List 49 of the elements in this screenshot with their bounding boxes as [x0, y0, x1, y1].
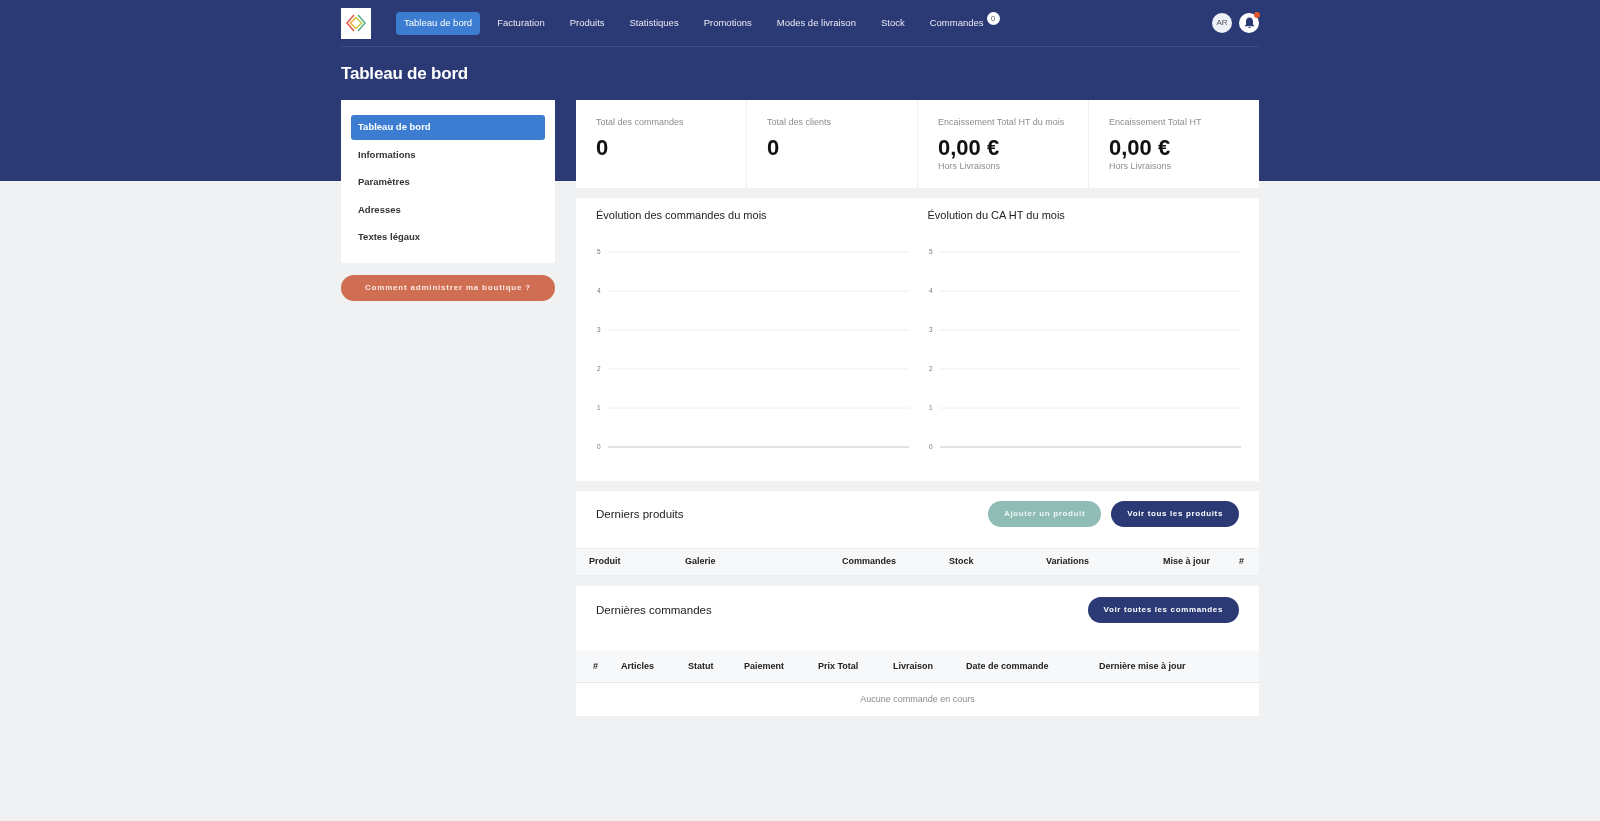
- nav-tab[interactable]: Tableau de bord: [396, 11, 481, 35]
- column-header: Statut: [688, 659, 715, 673]
- page-title: Tableau de bord: [341, 62, 469, 85]
- nav-tab[interactable]: Produits: [561, 11, 613, 35]
- column-header: Commandes: [842, 555, 897, 569]
- column-header: Dernière mise à jour: [1099, 659, 1186, 673]
- stat-note: Hors Livraisons: [938, 160, 1002, 172]
- column-header: Mise à jour: [1163, 555, 1211, 569]
- user-avatar[interactable]: AR: [1212, 13, 1232, 33]
- logo-icon[interactable]: [341, 7, 371, 39]
- sidebar-item[interactable]: Adresses: [351, 197, 545, 223]
- stat-value: 0,00 €: [1109, 136, 1172, 160]
- stat-value: 0,00 €: [938, 136, 1001, 160]
- stat-value: 0: [767, 136, 781, 160]
- action-button[interactable]: Voir tous les produits: [1111, 501, 1239, 527]
- notifications-button[interactable]: [1239, 13, 1259, 33]
- column-header: Livraison: [893, 659, 934, 673]
- column-header: Articles: [621, 659, 656, 673]
- stat-note: Hors Livraisons: [1109, 160, 1173, 172]
- column-header: Produit: [589, 555, 622, 569]
- column-header: Prix Total: [818, 659, 860, 673]
- column-header: Galerie: [685, 555, 717, 569]
- empty-table-message: Aucune commande en cours: [860, 692, 975, 706]
- column-header: Stock: [949, 555, 975, 569]
- stat-label: Encaissement Total HT: [1109, 116, 1203, 128]
- stat-label: Encaissement Total HT du mois: [938, 116, 1066, 128]
- nav-tab[interactable]: Modes de livraison: [768, 11, 864, 35]
- section-title: Derniers produits: [596, 507, 684, 522]
- stat-label: Total des clients: [767, 116, 833, 128]
- sidebar-item[interactable]: Textes légaux: [351, 225, 545, 250]
- nav-tab[interactable]: Facturation: [489, 11, 553, 35]
- nav-tab[interactable]: Statistiques: [621, 11, 687, 35]
- nav-tab[interactable]: Stock: [872, 11, 913, 35]
- column-header: Variations: [1046, 555, 1091, 569]
- column-header: #: [1239, 555, 1244, 569]
- chart-title: Évolution des commandes du mois: [596, 208, 768, 222]
- section-title: Dernières commandes: [596, 603, 712, 618]
- stat-value: 0: [596, 136, 610, 160]
- sidebar-item[interactable]: Paramètres: [351, 170, 545, 195]
- column-header: Date de commande: [966, 659, 1050, 673]
- nav-tab[interactable]: Promotions: [695, 11, 760, 35]
- sidebar-item[interactable]: Tableau de bord: [351, 115, 545, 140]
- column-header: Paiement: [744, 659, 786, 673]
- sidebar-item[interactable]: Informations: [351, 142, 545, 168]
- column-header: #: [593, 659, 599, 673]
- stat-label: Total des commandes: [596, 116, 685, 128]
- action-button[interactable]: Voir toutes les commandes: [1087, 597, 1239, 623]
- chart-title: Évolution du CA HT du mois: [927, 208, 1066, 222]
- bell-icon: [1243, 17, 1255, 29]
